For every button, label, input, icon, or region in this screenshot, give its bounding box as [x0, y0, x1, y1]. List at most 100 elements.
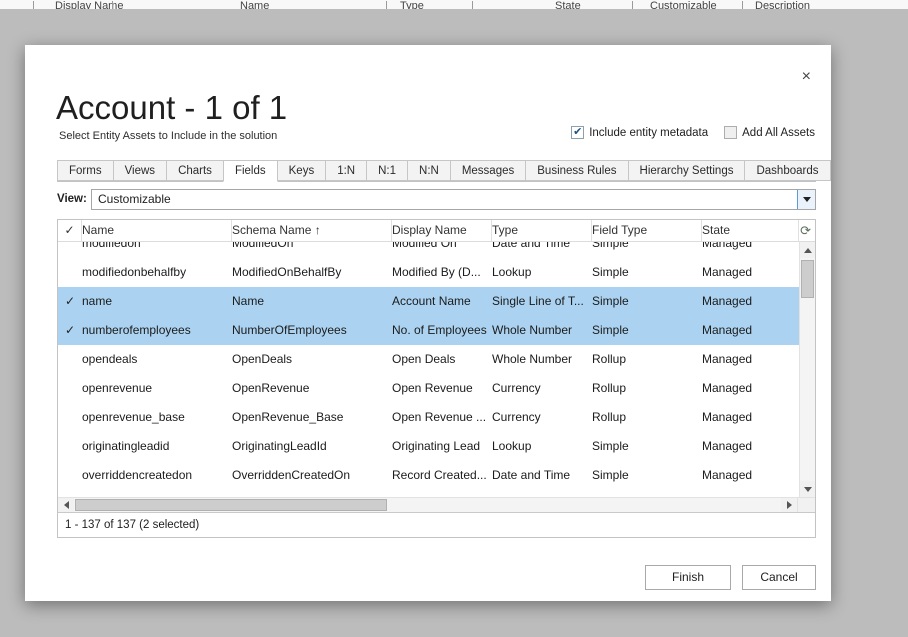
cell-state: Managed — [702, 294, 753, 308]
cell-type: Single Line of T... — [492, 294, 584, 308]
cancel-button[interactable]: Cancel — [742, 565, 816, 590]
cell-schema-name: OverriddenCreatedOn — [232, 468, 351, 482]
view-dropdown[interactable]: Customizable — [91, 189, 816, 210]
cell-schema-name: ModifiedOnBehalfBy — [232, 265, 342, 279]
include-entity-metadata-option[interactable]: ✔ Include entity metadata — [571, 126, 708, 139]
cell-name: openrevenue_base — [82, 410, 185, 424]
row-check-empty[interactable] — [58, 258, 82, 287]
cell-name: originatingleadid — [82, 439, 170, 453]
background-column-separator — [742, 1, 743, 9]
add-all-assets-option[interactable]: Add All Assets — [724, 126, 815, 139]
dialog-subtitle: Select Entity Assets to Include in the s… — [59, 130, 278, 142]
cell-schema-name: OpenRevenue — [232, 381, 310, 395]
row-check-icon[interactable]: ✓ — [58, 316, 82, 345]
table-row[interactable]: modifiedon ModifiedOn Modified On Date and … — [58, 242, 799, 258]
table-row[interactable]: modifiedonbehalfby ModifiedOnBehalfBy Modi… — [58, 258, 799, 287]
include-entity-metadata-label: Include entity metadata — [589, 126, 709, 139]
tab-hierarchy-settings[interactable]: Hierarchy Settings — [627, 160, 746, 181]
status-bar: 1 - 137 of 137 (2 selected) — [58, 512, 815, 537]
cell-field-type: Simple — [592, 468, 629, 482]
fields-grid: ✓ Name Schema Name ↑ Display Name Type F… — [57, 219, 816, 538]
scroll-right-icon[interactable] — [781, 498, 798, 512]
cell-name: overriddencreatedon — [82, 468, 193, 482]
row-check-empty[interactable] — [58, 403, 82, 432]
cell-field-type: Simple — [592, 439, 629, 453]
table-row[interactable]: openrevenue_base OpenRevenue_Base Open Rev… — [58, 403, 799, 432]
triangle-down-icon — [803, 486, 812, 492]
cell-state: Managed — [702, 242, 753, 250]
grid-header: ✓ Name Schema Name ↑ Display Name Type F… — [58, 220, 815, 242]
row-check-empty[interactable] — [58, 242, 82, 258]
table-row[interactable]: overriddencreatedon OverriddenCreatedOn Re… — [58, 461, 799, 490]
cell-schema-name: ModifiedOn — [232, 242, 294, 250]
cell-type: Lookup — [492, 265, 532, 279]
cell-state: Managed — [702, 468, 753, 482]
scroll-down-icon[interactable] — [800, 481, 815, 497]
tab-messages[interactable]: Messages — [449, 160, 527, 181]
tab-business-rules[interactable]: Business Rules — [525, 160, 629, 181]
tab-keys[interactable]: Keys — [276, 160, 327, 181]
row-check-empty[interactable] — [58, 374, 82, 403]
row-check-icon[interactable]: ✓ — [58, 287, 82, 316]
table-row[interactable]: originatingleadid OriginatingLeadId Origin… — [58, 432, 799, 461]
add-all-assets-checkbox[interactable] — [724, 126, 738, 139]
header-check-icon[interactable]: ✓ — [58, 220, 82, 241]
cell-field-type: Rollup — [592, 352, 627, 366]
cell-display-name: Open Revenue ... — [392, 410, 487, 424]
cell-state: Managed — [702, 381, 753, 395]
table-row[interactable]: openrevenue OpenRevenue Open Revenue Curren… — [58, 374, 799, 403]
view-label: View: — [57, 193, 87, 205]
cell-field-type: Rollup — [592, 410, 627, 424]
vertical-scrollbar[interactable] — [799, 242, 815, 497]
add-all-assets-label: Add All Assets — [742, 126, 815, 139]
cell-name: numberofemployees — [82, 323, 191, 337]
background-column-header: Customizable — [650, 0, 717, 9]
tab-views[interactable]: Views — [112, 160, 168, 181]
horizontal-scrollbar-thumb[interactable] — [75, 499, 387, 511]
tab-1-n[interactable]: 1:N — [325, 160, 368, 181]
table-row[interactable]: ✓ numberofemployees NumberOfEmployees No. o… — [58, 316, 799, 345]
scrollbar-corner — [797, 497, 815, 512]
vertical-scrollbar-thumb[interactable] — [801, 260, 814, 298]
table-row[interactable]: ✓ name Name Account Name Single Line of T...… — [58, 287, 799, 316]
finish-button[interactable]: Finish — [645, 565, 731, 590]
close-icon[interactable]: × — [802, 69, 811, 85]
background-column-separator — [33, 1, 34, 9]
grid-viewport: modifiedon ModifiedOn Modified On Date and … — [58, 242, 799, 497]
column-header-type[interactable]: Type — [492, 220, 592, 241]
background-column-header: Display Name — [55, 0, 124, 9]
cell-display-name: Account Name — [392, 294, 471, 308]
scroll-left-icon[interactable] — [58, 498, 74, 512]
horizontal-scrollbar[interactable] — [58, 497, 798, 512]
view-dropdown-value: Customizable — [98, 192, 171, 206]
scroll-up-icon[interactable] — [800, 242, 815, 258]
table-row[interactable]: opendeals OpenDeals Open Deals Whole Number… — [58, 345, 799, 374]
cell-state: Managed — [702, 352, 753, 366]
column-header-display-name[interactable]: Display Name — [392, 220, 492, 241]
page-title: Account - 1 of 1 — [56, 89, 288, 126]
column-header-name[interactable]: Name — [82, 220, 232, 241]
view-dropdown-button[interactable] — [797, 190, 815, 209]
cell-display-name: Originating Lead — [392, 439, 481, 453]
tab-n-n[interactable]: N:N — [407, 160, 451, 181]
tab-dashboards[interactable]: Dashboards — [744, 160, 831, 181]
column-header-field-type[interactable]: Field Type — [592, 220, 702, 241]
tab-fields[interactable]: Fields — [222, 160, 278, 182]
column-header-state[interactable]: State — [702, 220, 799, 241]
row-check-empty[interactable] — [58, 461, 82, 490]
refresh-icon[interactable]: ⟳ — [800, 223, 811, 238]
row-check-empty[interactable] — [58, 345, 82, 374]
grid-body: modifiedon ModifiedOn Modified On Date and … — [58, 242, 815, 497]
tab-n-1[interactable]: N:1 — [366, 160, 409, 181]
row-check-empty[interactable] — [58, 432, 82, 461]
cell-name: modifiedonbehalfby — [82, 265, 187, 279]
cell-state: Managed — [702, 323, 753, 337]
cell-state: Managed — [702, 265, 753, 279]
chevron-down-icon — [802, 197, 811, 202]
tab-charts[interactable]: Charts — [166, 160, 224, 181]
tab-forms[interactable]: Forms — [57, 160, 114, 181]
cell-schema-name: Name — [232, 294, 265, 308]
cell-field-type: Simple — [592, 265, 629, 279]
include-entity-metadata-checkbox[interactable]: ✔ — [571, 126, 585, 139]
column-header-schema-name[interactable]: Schema Name ↑ — [232, 220, 392, 241]
